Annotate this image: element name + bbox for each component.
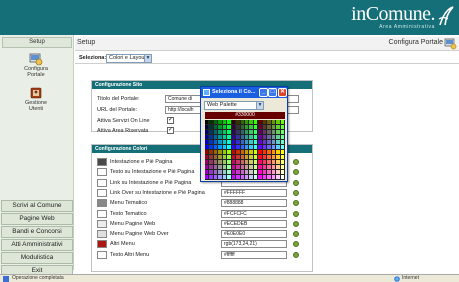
color-row-label: Menu Pagine Web Over xyxy=(110,231,169,237)
color-row-label: Testo Tematico xyxy=(110,211,147,217)
color-value-field[interactable]: #E0E0E0 xyxy=(221,230,287,238)
maximize-button[interactable]: □ xyxy=(268,88,277,97)
online-services-checkbox[interactable]: ✓ xyxy=(167,117,174,124)
color-swatch[interactable] xyxy=(97,179,107,187)
color-row-label: Intestazione e Piè Pagina xyxy=(110,159,173,165)
color-swatch[interactable] xyxy=(97,158,107,166)
pick-color-icon[interactable] xyxy=(293,252,299,258)
toolbar: Seleziona: Colori e Layout ▼ xyxy=(75,52,459,64)
status-bar: Operazione completata Internet xyxy=(0,274,459,282)
color-palette-grid[interactable] xyxy=(205,120,285,180)
sidebar-tab-setup[interactable]: Setup xyxy=(2,37,72,48)
palette-select[interactable]: Web Palette ▼ xyxy=(204,101,264,110)
chevron-down-icon: ▼ xyxy=(144,55,151,62)
zone-text: Internet xyxy=(402,275,419,281)
portal-url-label: URL del Portale: xyxy=(97,107,138,113)
section-select-value: Colori e Layout xyxy=(109,55,146,61)
color-value-field[interactable]: #888888 xyxy=(221,199,287,207)
selected-color-readout: #330000 xyxy=(205,112,285,119)
close-button[interactable]: ✕ xyxy=(278,88,287,97)
section-select[interactable]: Colori e Layout ▼ xyxy=(106,54,152,63)
pick-color-icon[interactable] xyxy=(293,190,299,196)
sidebar-item-label: Configura Portale xyxy=(24,66,48,78)
brand-logo-text: inComune. xyxy=(351,3,435,25)
reserved-area-label: Attiva Area Riservata xyxy=(97,128,149,134)
sidebar: Setup Configura Portale Gestione Utenti … xyxy=(0,35,74,277)
page-title: Setup xyxy=(77,39,96,46)
pick-color-icon[interactable] xyxy=(293,211,299,217)
sidebar-item-gestione-utenti[interactable]: Gestione Utenti xyxy=(21,86,51,112)
main-header: Setup Configura Portale xyxy=(75,37,459,51)
ie-page-icon xyxy=(3,276,9,282)
window-icon xyxy=(203,89,210,96)
pick-color-icon[interactable] xyxy=(293,169,299,175)
reserved-area-checkbox[interactable]: ✓ xyxy=(167,127,174,134)
color-row-label: Testo su Intestazione e Piè Pagina xyxy=(110,169,195,175)
online-services-label: Attiva Servizi On Line xyxy=(97,118,150,124)
nav-scrivi-al-comune[interactable]: Scrivi al Comune xyxy=(1,200,73,212)
pick-color-icon[interactable] xyxy=(293,200,299,206)
color-row-label: Testo Altri Menu xyxy=(110,252,150,258)
sidebar-item-label: Gestione Utenti xyxy=(24,100,47,112)
brand-swirl-icon xyxy=(438,6,454,26)
toolbar-label: Seleziona: xyxy=(79,55,107,61)
pick-color-icon[interactable] xyxy=(293,221,299,227)
color-swatch[interactable] xyxy=(97,230,107,238)
color-swatch[interactable] xyxy=(97,220,107,228)
nav-pagine-web[interactable]: Pagine Web xyxy=(1,213,73,225)
color-swatch[interactable] xyxy=(97,168,107,176)
color-value-field[interactable]: #ffffff xyxy=(221,251,287,259)
color-row-label: Menu Pagine Web xyxy=(110,221,156,227)
color-row-label: Altri Menu xyxy=(110,241,135,247)
color-swatch[interactable] xyxy=(97,189,107,197)
color-value-field[interactable]: rgb(173,24,21) xyxy=(221,240,287,248)
color-value-field[interactable]: #FFFFFF xyxy=(221,189,287,197)
pick-color-icon[interactable] xyxy=(293,231,299,237)
chevron-down-icon: ▼ xyxy=(256,102,263,109)
nav-bandi-e-concorsi[interactable]: Bandi e Concorsi xyxy=(1,226,73,238)
portal-url-field[interactable]: http://localh xyxy=(165,106,201,114)
color-row-label: Link Over su Intestazione e Piè Pagina xyxy=(110,190,205,196)
pick-color-icon[interactable] xyxy=(293,241,299,247)
color-value-field[interactable]: #FCFCFC xyxy=(221,210,287,218)
status-text: Operazione completata xyxy=(12,275,64,281)
section-title: Configura Portale xyxy=(388,39,443,46)
users-icon xyxy=(30,87,42,99)
color-swatch[interactable] xyxy=(97,240,107,248)
color-value-field[interactable]: #ECEDEB xyxy=(221,220,287,228)
palette-cell[interactable] xyxy=(280,175,285,180)
brand-subtitle: Area Amministrativa xyxy=(379,24,435,30)
color-swatch[interactable] xyxy=(97,210,107,218)
configure-portal-icon xyxy=(29,53,43,66)
color-swatch[interactable] xyxy=(97,251,107,259)
sidebar-item-configura-portale[interactable]: Configura Portale xyxy=(21,52,51,78)
color-picker-window[interactable]: Seleziona il Co... _ □ ✕ Web Palette ▼ #… xyxy=(200,86,288,182)
portal-title-field[interactable]: Comune di xyxy=(165,95,201,103)
nav-modulistica[interactable]: Modulistica xyxy=(1,252,73,264)
palette-select-value: Web Palette xyxy=(207,102,237,108)
portal-url-field-tail[interactable] xyxy=(287,106,299,114)
top-banner: inComune. Area Amministrativa xyxy=(0,0,459,35)
color-swatch[interactable] xyxy=(97,199,107,207)
minimize-button[interactable]: _ xyxy=(259,88,268,97)
globe-icon xyxy=(394,276,400,282)
configure-portal-icon xyxy=(444,38,457,50)
nav-atti-amministrativi[interactable]: Atti Amministrativi xyxy=(1,239,73,251)
pick-color-icon[interactable] xyxy=(293,180,299,186)
color-row-label: Link su Intestazione e Piè Pagina xyxy=(110,180,192,186)
color-row-label: Menu Tematico xyxy=(110,200,148,206)
portal-title-field-tail[interactable] xyxy=(287,95,299,103)
portal-title-label: Titolo del Portale: xyxy=(97,96,140,102)
pick-color-icon[interactable] xyxy=(293,159,299,165)
